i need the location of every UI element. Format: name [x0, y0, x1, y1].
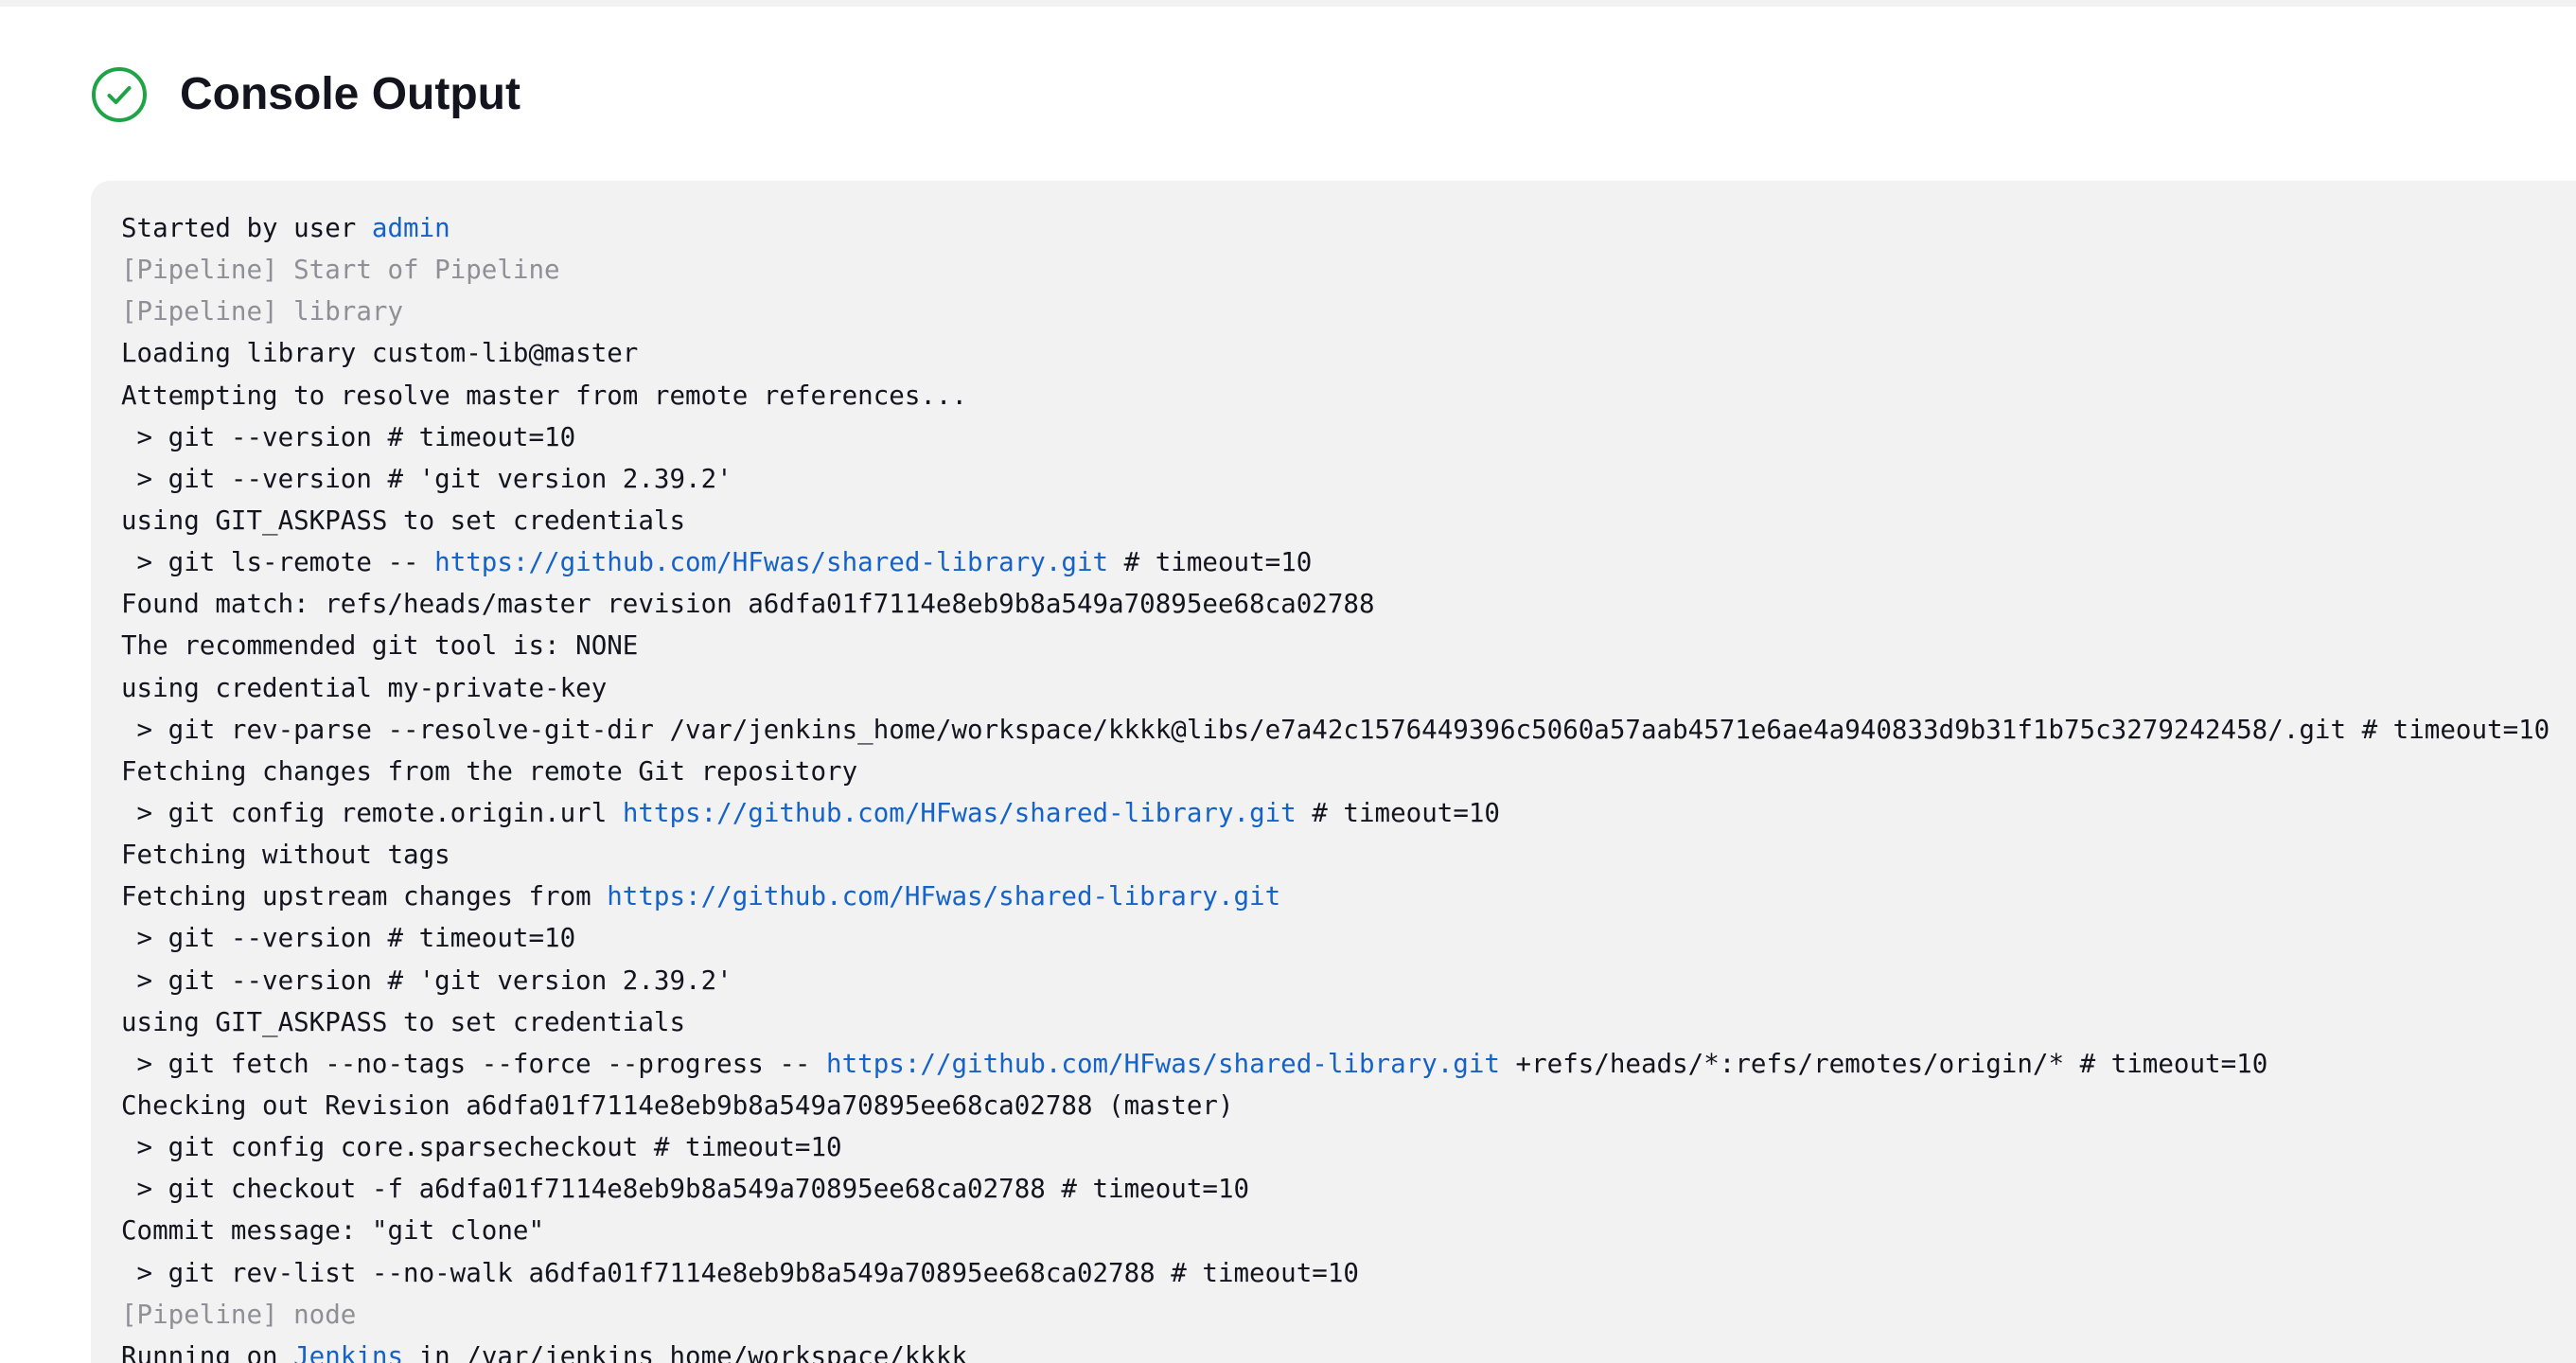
console-line: Checking out Revision a6dfa01f7114e8eb9b…: [121, 1085, 2576, 1126]
console-text: > git --version # timeout=10: [121, 421, 576, 452]
console-line: > git ls-remote -- https://github.com/HF…: [121, 541, 2576, 583]
console-line: Commit message: "git clone": [121, 1210, 2576, 1251]
page-header: Console Output: [91, 66, 520, 123]
console-text: Checking out Revision a6dfa01f7114e8eb9b…: [121, 1089, 1234, 1121]
console-text: > git checkout -f a6dfa01f7114e8eb9b8a54…: [121, 1174, 1250, 1205]
console-link[interactable]: https://github.com/HFwas/shared-library.…: [623, 798, 1297, 828]
console-text: Fetching without tags: [121, 840, 450, 871]
console-line: Started by user admin: [121, 207, 2576, 249]
console-text: > git config core.sparsecheckout # timeo…: [121, 1132, 842, 1163]
console-line: > git config remote.origin.url https://g…: [121, 792, 2576, 834]
console-text: Fetching upstream changes from: [121, 881, 608, 912]
console-line: > git --version # 'git version 2.39.2': [121, 960, 2576, 1001]
console-line: > git --version # timeout=10: [121, 917, 2576, 959]
console-link[interactable]: https://github.com/HFwas/shared-library.…: [826, 1049, 1500, 1079]
console-text: # timeout=10: [1108, 547, 1313, 578]
success-check-circle-icon: [91, 66, 148, 123]
console-line: using credential my-private-key: [121, 667, 2576, 709]
console-line: Found match: refs/heads/master revision …: [121, 583, 2576, 625]
console-line: Fetching upstream changes from https://g…: [121, 876, 2576, 917]
console-text: in /var/jenkins_home/workspace/kkkk: [403, 1340, 968, 1363]
console-line: > git --version # timeout=10: [121, 416, 2576, 458]
console-line: Fetching changes from the remote Git rep…: [121, 751, 2576, 792]
console-text: # timeout=10: [1296, 797, 1500, 828]
console-text: Found match: refs/heads/master revision …: [121, 589, 1375, 620]
console-text: > git --version # 'git version 2.39.2': [121, 965, 732, 996]
console-text: [Pipeline] library: [121, 296, 404, 327]
console-line: > git rev-parse --resolve-git-dir /var/j…: [121, 709, 2576, 751]
console-link[interactable]: https://github.com/HFwas/shared-library.…: [434, 547, 1108, 577]
console-text: [Pipeline] Start of Pipeline: [121, 255, 560, 286]
console-line: > git config core.sparsecheckout # timeo…: [121, 1126, 2576, 1168]
console-line: Fetching without tags: [121, 834, 2576, 876]
console-text: > git --version # 'git version 2.39.2': [121, 463, 732, 494]
console-line-pipeline-step: [Pipeline] node: [121, 1294, 2576, 1336]
console-text: > git --version # timeout=10: [121, 923, 576, 954]
page-title: Console Output: [180, 69, 520, 119]
console-line: Loading library custom-lib@master: [121, 332, 2576, 374]
console-line: > git --version # 'git version 2.39.2': [121, 458, 2576, 500]
console-text: > git ls-remote --: [121, 547, 435, 578]
console-text: Commit message: "git clone": [121, 1215, 545, 1247]
console-link[interactable]: admin: [372, 213, 450, 243]
console-text: Fetching changes from the remote Git rep…: [121, 755, 858, 787]
console-text: [Pipeline] node: [121, 1299, 357, 1330]
console-line: > git rev-list --no-walk a6dfa01f7114e8e…: [121, 1252, 2576, 1294]
console-text: The recommended git tool is: NONE: [121, 630, 639, 662]
console-line: using GIT_ASKPASS to set credentials: [121, 1001, 2576, 1043]
console-line: > git fetch --no-tags --force --progress…: [121, 1043, 2576, 1085]
top-bar-divider: [0, 0, 2576, 7]
console-text: +refs/heads/*:refs/remotes/origin/* # ti…: [1499, 1048, 2268, 1079]
console-line-pipeline-step: [Pipeline] library: [121, 291, 2576, 332]
console-text: > git fetch --no-tags --force --progress…: [121, 1048, 827, 1079]
console-text: > git rev-parse --resolve-git-dir /var/j…: [121, 714, 2550, 745]
console-text: using credential my-private-key: [121, 672, 608, 703]
console-text: Running on: [121, 1340, 294, 1363]
console-line: Attempting to resolve master from remote…: [121, 375, 2576, 416]
console-text: using GIT_ASKPASS to set credentials: [121, 504, 686, 536]
console-text: > git rev-list --no-walk a6dfa01f7114e8e…: [121, 1257, 1359, 1288]
console-text: using GIT_ASKPASS to set credentials: [121, 1006, 686, 1037]
console-line: The recommended git tool is: NONE: [121, 625, 2576, 666]
console-text: Loading library custom-lib@master: [121, 338, 639, 369]
console-line: > git checkout -f a6dfa01f7114e8eb9b8a54…: [121, 1168, 2576, 1210]
console-link[interactable]: Jenkins: [293, 1341, 403, 1363]
console-line-pipeline-step: [Pipeline] Start of Pipeline: [121, 249, 2576, 291]
console-link[interactable]: https://github.com/HFwas/shared-library.…: [607, 881, 1280, 912]
console-text: Attempting to resolve master from remote…: [121, 380, 968, 411]
console-text: > git config remote.origin.url: [121, 797, 623, 828]
console-output-panel: Started by user admin [Pipeline] Start of…: [91, 181, 2576, 1363]
console-text: Started by user: [121, 213, 372, 243]
console-line: Running on Jenkins in /var/jenkins_home/…: [121, 1336, 2576, 1363]
console-line: using GIT_ASKPASS to set credentials: [121, 500, 2576, 541]
